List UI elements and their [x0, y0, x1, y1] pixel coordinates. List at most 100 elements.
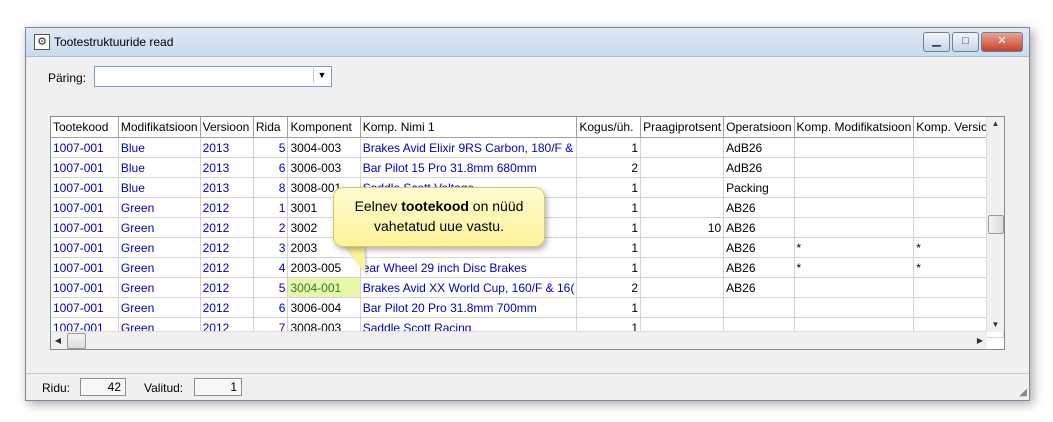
table-cell[interactable]: 2013 [200, 157, 254, 178]
table-cell[interactable]: AB26 [723, 257, 795, 278]
table-cell[interactable] [723, 297, 795, 318]
table-cell[interactable]: 1007-001 [51, 297, 119, 318]
table-cell[interactable]: 2 [253, 217, 289, 238]
table-cell[interactable] [640, 137, 725, 158]
table-cell[interactable]: AB26 [723, 217, 795, 238]
table-cell[interactable]: Brakes Avid Elixir 9RS Carbon, 180/F & [360, 137, 578, 158]
table-cell[interactable]: Packing [723, 177, 795, 198]
table-cell[interactable]: 5 [253, 277, 289, 298]
table-cell[interactable]: 2012 [200, 257, 254, 278]
column-header[interactable]: Komponent [287, 117, 361, 138]
table-cell[interactable]: 2 [576, 277, 642, 298]
table-row[interactable]: 1007-001 Green 2012 5 3004-001 Brakes Avid XX… [51, 277, 1004, 298]
table-cell[interactable]: Green [118, 277, 201, 298]
table-cell[interactable]: 1 [253, 197, 289, 218]
table-cell[interactable]: Green [118, 217, 201, 238]
table-cell[interactable]: Blue [118, 137, 201, 158]
scroll-right-icon[interactable]: ▶ [973, 332, 987, 349]
table-cell[interactable] [640, 277, 725, 298]
column-header[interactable]: Tootekood [51, 117, 119, 138]
vertical-scroll-thumb[interactable] [988, 215, 1004, 234]
table-cell[interactable]: 2012 [200, 277, 254, 298]
column-header[interactable]: Operatsioon [723, 117, 795, 138]
table-cell[interactable]: 3 [253, 237, 289, 258]
table-cell[interactable]: Blue [118, 177, 201, 198]
table-cell[interactable] [794, 297, 915, 318]
table-cell[interactable]: Green [118, 197, 201, 218]
table-cell[interactable]: ear Wheel 29 inch Disc Brakes [360, 257, 578, 278]
table-cell[interactable]: 1007-001 [51, 217, 119, 238]
scroll-left-icon[interactable]: ◀ [51, 332, 65, 349]
table-cell[interactable]: 3004-003 [287, 137, 361, 158]
table-cell[interactable]: 6 [253, 157, 289, 178]
table-cell[interactable]: 3004-001 [287, 277, 361, 298]
table-cell[interactable] [794, 217, 915, 238]
table-cell[interactable]: 4 [253, 257, 289, 278]
table-cell[interactable]: 8 [253, 177, 289, 198]
table-cell[interactable]: 1007-001 [51, 257, 119, 278]
table-cell[interactable]: Green [118, 237, 201, 258]
table-cell[interactable]: 1007-001 [51, 197, 119, 218]
table-cell[interactable] [640, 237, 725, 258]
scroll-up-icon[interactable]: ▲ [987, 117, 1004, 131]
title-bar[interactable]: ⚙ Tootestruktuuride read ▁ □ ✕ [26, 28, 1029, 57]
table-cell[interactable] [640, 297, 725, 318]
column-header[interactable]: Rida [253, 117, 289, 138]
horizontal-scroll-thumb[interactable] [67, 333, 86, 349]
table-cell[interactable]: 1 [576, 237, 642, 258]
table-cell[interactable]: 10 [640, 217, 725, 238]
table-cell[interactable]: 2012 [200, 217, 254, 238]
table-cell[interactable]: 2012 [200, 297, 254, 318]
table-cell[interactable]: Bar Pilot 20 Pro 31.8mm 700mm [360, 297, 578, 318]
column-header[interactable]: Modifikatsioon [118, 117, 201, 138]
column-header[interactable]: Praagiprotsent [640, 117, 725, 138]
table-cell[interactable]: 1007-001 [51, 277, 119, 298]
table-cell[interactable] [640, 177, 725, 198]
table-row[interactable]: 1007-001 Blue 2013 5 3004-003 Brakes Avid Eli… [51, 137, 1004, 158]
table-cell[interactable] [794, 277, 915, 298]
table-row[interactable]: 1007-001 Green 2012 4 2003-005 ear Wheel 29 i… [51, 257, 1004, 278]
table-cell[interactable]: Bar Pilot 15 Pro 31.8mm 680mm [360, 157, 578, 178]
query-dropdown[interactable]: ▼ [94, 66, 332, 87]
table-cell[interactable]: 1 [576, 217, 642, 238]
table-cell[interactable]: 1007-001 [51, 237, 119, 258]
table-cell[interactable]: AB26 [723, 277, 795, 298]
column-header[interactable]: Kogus/üh. [576, 117, 642, 138]
table-cell[interactable]: AdB26 [723, 137, 795, 158]
table-cell[interactable]: Green [118, 297, 201, 318]
resize-grip-icon[interactable]: ◢ [1019, 387, 1027, 398]
table-cell[interactable] [794, 177, 915, 198]
table-cell[interactable]: 3006-003 [287, 157, 361, 178]
chevron-down-icon[interactable]: ▼ [313, 68, 330, 83]
table-cell[interactable] [794, 197, 915, 218]
close-button[interactable]: ✕ [981, 32, 1023, 52]
table-cell[interactable] [640, 197, 725, 218]
table-cell[interactable]: 5 [253, 137, 289, 158]
horizontal-scrollbar[interactable]: ◀ ▶ [51, 331, 987, 349]
table-cell[interactable]: AdB26 [723, 157, 795, 178]
table-cell[interactable]: 2012 [200, 237, 254, 258]
vertical-scrollbar[interactable]: ▲ ▼ [986, 117, 1004, 332]
column-header[interactable]: Komp. Nimi 1 [360, 117, 578, 138]
table-cell[interactable]: 1 [576, 297, 642, 318]
table-cell[interactable]: 1 [576, 137, 642, 158]
table-cell[interactable]: 2 [576, 157, 642, 178]
scroll-down-icon[interactable]: ▼ [987, 318, 1004, 332]
table-cell[interactable]: 1007-001 [51, 157, 119, 178]
table-cell[interactable]: 1 [576, 197, 642, 218]
table-cell[interactable] [640, 157, 725, 178]
table-cell[interactable]: 1007-001 [51, 137, 119, 158]
column-header[interactable]: Komp. Modifikatsioon [794, 117, 915, 138]
table-cell[interactable] [794, 137, 915, 158]
table-cell[interactable] [794, 157, 915, 178]
column-header[interactable]: Versioon [200, 117, 254, 138]
table-cell[interactable]: 1007-001 [51, 177, 119, 198]
table-cell[interactable]: 1 [576, 177, 642, 198]
table-cell[interactable]: 3006-004 [287, 297, 361, 318]
table-cell[interactable]: 2012 [200, 197, 254, 218]
table-cell[interactable]: 1 [576, 257, 642, 278]
table-cell[interactable]: * [794, 237, 915, 258]
maximize-button[interactable]: □ [952, 32, 979, 52]
table-cell[interactable]: AB26 [723, 237, 795, 258]
table-cell[interactable]: Blue [118, 157, 201, 178]
